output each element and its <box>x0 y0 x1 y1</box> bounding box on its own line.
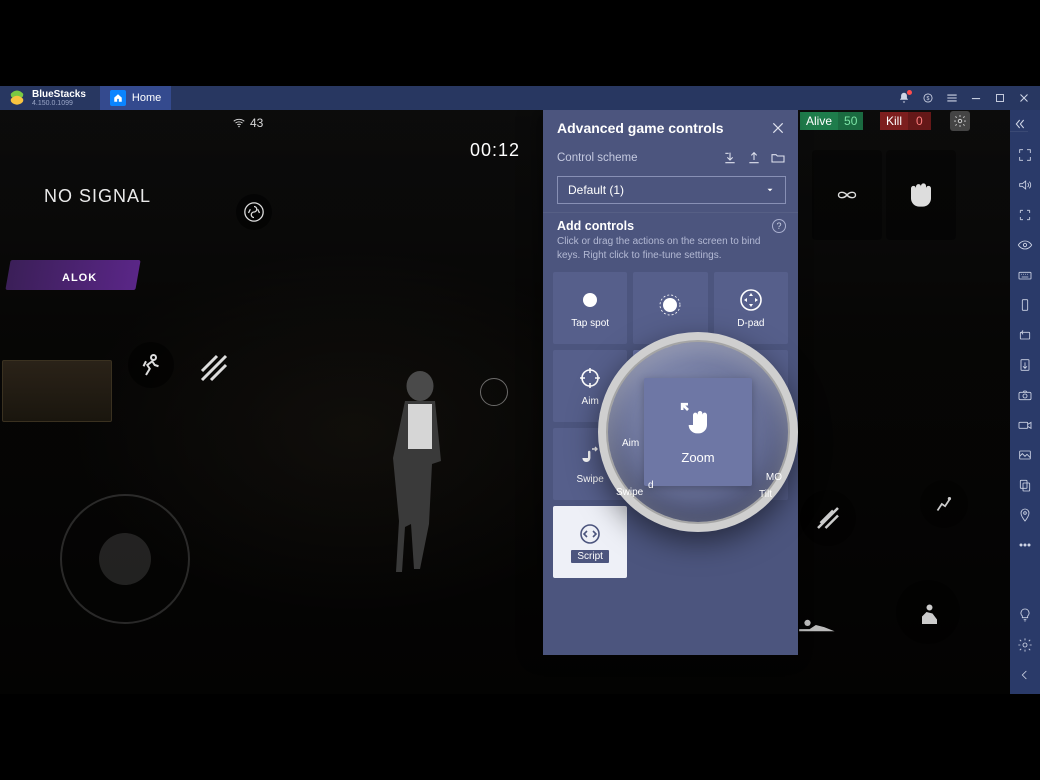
alive-chip: Alive 50 <box>800 111 863 131</box>
media-icon[interactable] <box>1016 446 1034 464</box>
tile-label: D-pad <box>737 318 764 329</box>
eye-icon[interactable] <box>1016 236 1034 254</box>
home-icon <box>110 90 126 106</box>
no-signal-text: NO SIGNAL <box>44 186 151 207</box>
peek-d: d <box>648 480 654 491</box>
collapse-sidebar-icon[interactable] <box>1010 116 1028 132</box>
export-scheme-icon[interactable] <box>746 150 762 166</box>
skill-slot-infinity[interactable] <box>812 150 882 240</box>
import-scheme-icon[interactable] <box>722 150 738 166</box>
prone-button[interactable] <box>790 610 850 640</box>
joystick[interactable] <box>60 494 190 624</box>
settings-icon[interactable] <box>1016 636 1034 654</box>
scene-crate <box>2 360 112 422</box>
peek-swipe: Swipe <box>616 487 643 498</box>
slash-effect-icon <box>194 348 234 388</box>
brand-text: BlueStacks <box>32 90 86 100</box>
magnified-tile-zoom: Zoom <box>644 378 752 486</box>
maximize-button[interactable] <box>990 88 1010 108</box>
titlebar: BlueStacks 4.150.0.1099 Home $ <box>0 86 1040 110</box>
kill-value: 0 <box>908 112 931 130</box>
scheme-select[interactable]: Default (1) <box>557 176 786 204</box>
aim-icon <box>578 366 602 390</box>
location-icon[interactable] <box>1016 506 1034 524</box>
hamburger-menu-icon[interactable] <box>942 88 962 108</box>
video-icon[interactable] <box>1016 416 1034 434</box>
tile-label: Swipe <box>577 474 604 485</box>
alive-label: Alive <box>800 112 838 130</box>
chevron-down-icon <box>765 185 775 195</box>
rotate-icon[interactable] <box>1016 326 1034 344</box>
camera-icon[interactable] <box>1016 386 1034 404</box>
magnified-label: Zoom <box>681 450 714 465</box>
tab-home-label: Home <box>132 92 161 104</box>
player-silhouette <box>370 360 470 600</box>
tile-tap-spot[interactable]: Tap spot <box>553 272 627 344</box>
logo-block: BlueStacks 4.150.0.1099 <box>0 86 94 110</box>
back-icon[interactable] <box>1016 666 1034 684</box>
dpad-icon <box>739 288 763 312</box>
wifi-value: 43 <box>250 116 263 130</box>
kill-chip: Kill 0 <box>880 111 931 131</box>
tile-label: Tap spot <box>571 318 609 329</box>
alive-value: 50 <box>838 112 863 130</box>
sprint-button[interactable] <box>128 342 174 388</box>
tap-spot-icon <box>578 288 602 312</box>
bluestacks-logo-icon <box>8 89 26 107</box>
add-controls-hint: Click or drag the actions on the screen … <box>543 235 798 268</box>
target-circle[interactable] <box>480 378 508 406</box>
install-apk-icon[interactable] <box>1016 356 1034 374</box>
game-viewport[interactable]: 43 00:12 NO SIGNAL Alive 50 Kill 0 A <box>0 110 1010 694</box>
scheme-select-value: Default (1) <box>568 183 624 197</box>
copy-icon[interactable] <box>1016 476 1034 494</box>
close-button[interactable] <box>1014 88 1034 108</box>
tile-label: Script <box>571 550 609 563</box>
panel-close-button[interactable] <box>770 120 786 136</box>
wifi-indicator: 43 <box>232 116 263 130</box>
bulb-icon[interactable] <box>1016 606 1034 624</box>
zoom-icon <box>678 400 718 440</box>
more-icon[interactable] <box>1016 536 1034 554</box>
peek-tilt: Tilt <box>759 489 772 500</box>
skill-slot-fist[interactable] <box>886 150 956 240</box>
banner-text: ALOK <box>62 272 97 284</box>
aim-button[interactable] <box>920 480 968 528</box>
repeated-tap-icon <box>658 293 682 317</box>
scheme-label: Control scheme <box>557 152 638 164</box>
game-settings-icon[interactable] <box>950 111 970 131</box>
tile-script[interactable]: Script <box>553 506 627 578</box>
device-icon[interactable] <box>1016 296 1034 314</box>
open-folder-icon[interactable] <box>770 150 786 166</box>
version-text: 4.150.0.1099 <box>32 100 86 107</box>
emote-button[interactable] <box>236 194 272 230</box>
script-icon <box>578 522 602 546</box>
keyboard-icon[interactable] <box>1016 266 1034 284</box>
match-timer: 00:12 <box>470 140 520 161</box>
side-toolbar <box>1010 110 1040 694</box>
minimize-button[interactable] <box>966 88 986 108</box>
tile-dpad[interactable]: D-pad <box>714 272 788 344</box>
volume-icon[interactable] <box>1016 176 1034 194</box>
peek-moba: MO <box>766 472 782 483</box>
fullscreen-icon[interactable] <box>1016 146 1034 164</box>
tab-home[interactable]: Home <box>100 86 171 110</box>
help-icon[interactable]: ? <box>772 219 786 233</box>
fire-button[interactable] <box>800 490 856 546</box>
coins-icon[interactable]: $ <box>918 88 938 108</box>
kill-label: Kill <box>880 112 908 130</box>
expand-icon[interactable] <box>1016 206 1034 224</box>
crouch-button[interactable] <box>896 580 960 644</box>
add-controls-title: Add controls <box>557 219 634 233</box>
tile-label: Aim <box>582 396 599 407</box>
notifications-icon[interactable] <box>894 88 914 108</box>
magnifier-overlay: Zoom Aim Swipe Tilt MO d <box>598 332 798 532</box>
peek-aim: Aim <box>622 438 639 449</box>
panel-title: Advanced game controls <box>557 120 724 136</box>
svg-text:$: $ <box>927 96 930 102</box>
